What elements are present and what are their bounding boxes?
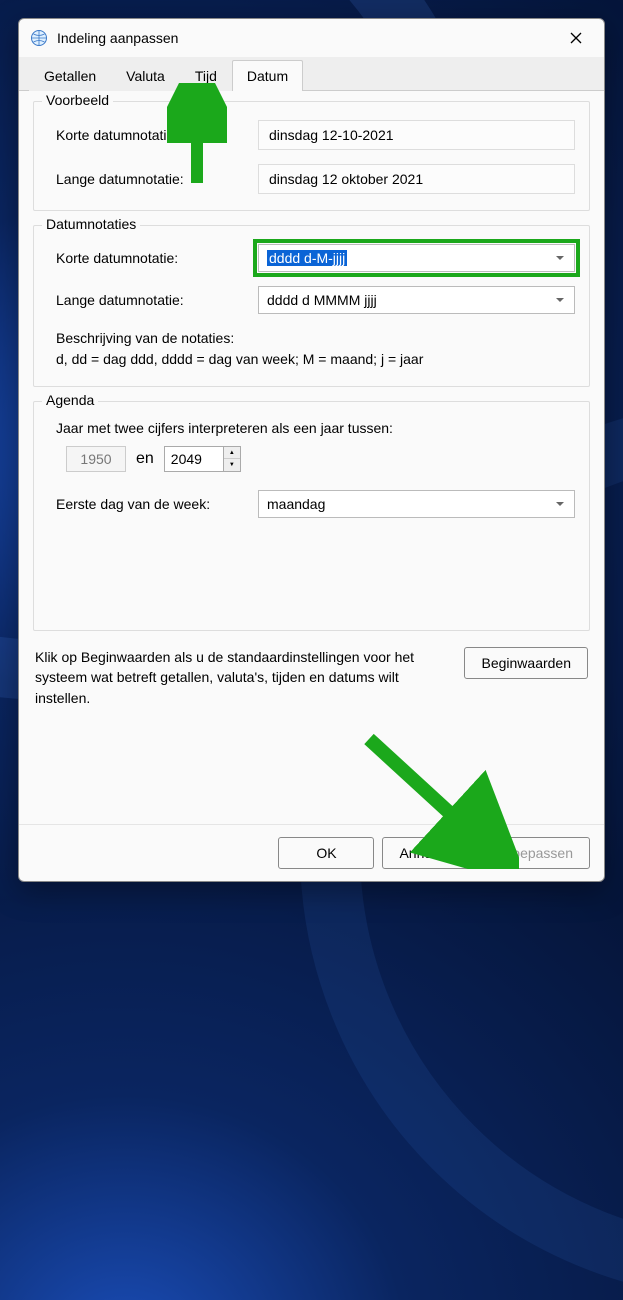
long-date-format-label: Lange datumnotatie: — [48, 292, 258, 308]
formats-desc-title: Beschrijving van de notaties: — [56, 328, 575, 349]
globe-icon — [29, 28, 49, 48]
short-date-example-label: Korte datumnotatie: — [48, 127, 258, 143]
example-group: Voorbeeld Korte datumnotatie: dinsdag 12… — [33, 101, 590, 211]
close-button[interactable] — [558, 23, 594, 53]
year-and-label: en — [136, 450, 154, 468]
long-date-example-label: Lange datumnotatie: — [48, 171, 258, 187]
dialog-buttons: OK Annuleren Toepassen — [19, 824, 604, 881]
long-date-format-combo[interactable]: dddd d MMMM jjjj — [258, 286, 575, 314]
reset-text: Klik op Beginwaarden als u de standaardi… — [35, 647, 450, 708]
calendar-legend: Agenda — [42, 392, 98, 408]
tab-time[interactable]: Tijd — [180, 60, 232, 91]
customize-format-dialog: Indeling aanpassen Getallen Valuta Tijd … — [18, 18, 605, 882]
formats-legend: Datumnotaties — [42, 216, 140, 232]
window-title: Indeling aanpassen — [57, 30, 558, 46]
apply-button[interactable]: Toepassen — [488, 837, 590, 869]
tab-date[interactable]: Datum — [232, 60, 303, 91]
long-date-example-value: dinsdag 12 oktober 2021 — [258, 164, 575, 194]
cancel-button[interactable]: Annuleren — [382, 837, 480, 869]
short-date-format-combo[interactable]: dddd d-M-jjjj — [258, 244, 575, 272]
year-from-field: 1950 — [66, 446, 126, 472]
year-to-field[interactable] — [164, 446, 224, 472]
short-date-example-value: dinsdag 12-10-2021 — [258, 120, 575, 150]
first-day-combo[interactable]: maandag — [258, 490, 575, 518]
reset-button[interactable]: Beginwaarden — [464, 647, 588, 679]
year-to-spin-up[interactable]: ▲ — [224, 447, 240, 459]
tab-currency[interactable]: Valuta — [111, 60, 180, 91]
formats-group: Datumnotaties Korte datumnotatie: dddd d… — [33, 225, 590, 387]
two-digit-year-label: Jaar met twee cijfers interpreteren als … — [48, 420, 575, 436]
tab-numbers[interactable]: Getallen — [29, 60, 111, 91]
reset-section: Klik op Beginwaarden als u de standaardi… — [33, 645, 590, 708]
calendar-group: Agenda Jaar met twee cijfers interpreter… — [33, 401, 590, 631]
ok-button[interactable]: OK — [278, 837, 374, 869]
titlebar: Indeling aanpassen — [19, 19, 604, 57]
first-day-label: Eerste dag van de week: — [48, 496, 258, 512]
year-to-spin-down[interactable]: ▼ — [224, 459, 240, 471]
short-date-format-label: Korte datumnotatie: — [48, 250, 258, 266]
formats-desc-body: d, dd = dag ddd, dddd = dag van week; M … — [56, 349, 575, 370]
example-legend: Voorbeeld — [42, 92, 113, 108]
tab-strip: Getallen Valuta Tijd Datum — [19, 57, 604, 91]
